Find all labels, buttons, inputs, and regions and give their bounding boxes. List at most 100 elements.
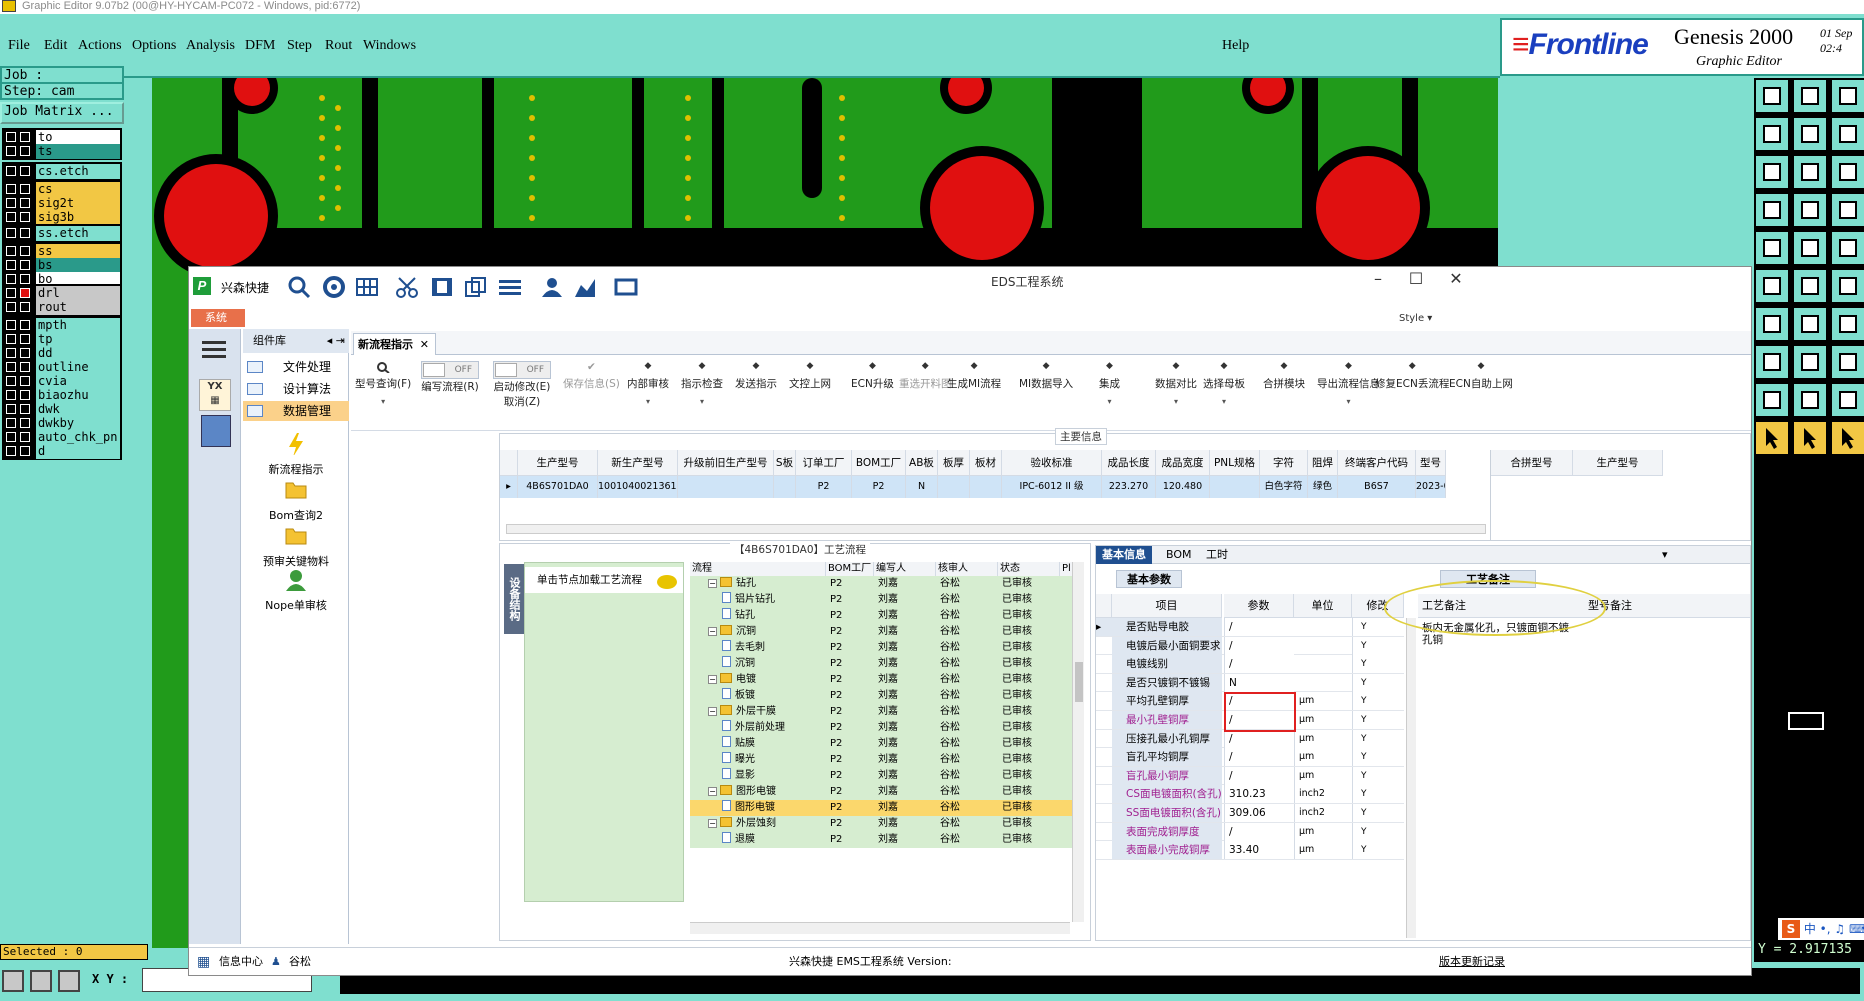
layer-row[interactable]: dwk xyxy=(2,402,120,417)
main-cell[interactable] xyxy=(774,476,796,498)
main-cell[interactable]: P2 xyxy=(796,476,852,498)
menu-help[interactable]: Help xyxy=(1222,38,1249,54)
param-row[interactable]: 电镀后最小面铜要求 / Y xyxy=(1096,636,1404,656)
info-center[interactable]: 信息中心 xyxy=(219,948,263,976)
main-cell[interactable]: 白色字符 xyxy=(1260,476,1308,498)
minimize-button[interactable]: – xyxy=(1363,269,1393,288)
component-design-algorithm[interactable]: 设计算法 xyxy=(243,379,349,399)
hamburger-icon[interactable] xyxy=(202,341,226,359)
param-row[interactable]: 是否只镀铜不镀锡 N Y xyxy=(1096,673,1404,693)
layer-affect-checkbox[interactable] xyxy=(20,390,30,400)
param-modify[interactable]: Y xyxy=(1352,673,1404,692)
layer-checkbox[interactable] xyxy=(6,246,16,256)
layer-affect-checkbox[interactable] xyxy=(20,446,30,456)
menu-step[interactable]: Step xyxy=(287,38,312,54)
grid-icon[interactable] xyxy=(355,275,381,299)
layer-row[interactable]: dd xyxy=(2,346,120,361)
param-modify[interactable]: Y xyxy=(1352,766,1404,785)
main-cell[interactable] xyxy=(970,476,1002,498)
layer-checkbox[interactable] xyxy=(6,198,16,208)
layer-checkbox[interactable] xyxy=(6,320,16,330)
main-cell[interactable]: 120.480 xyxy=(1156,476,1210,498)
param-col-header[interactable]: 单位 xyxy=(1294,594,1352,618)
menu-actions[interactable]: Actions xyxy=(78,38,122,54)
ribbon-button[interactable]: ◆ 生成MI流程 xyxy=(947,361,1001,391)
main-col-header[interactable]: 成品宽度 xyxy=(1156,450,1210,476)
tree-row[interactable]: 图形电镀 P2 刘嘉 谷松 已审核 xyxy=(690,800,1076,816)
param-row[interactable]: 电镀线别 / Y xyxy=(1096,655,1404,674)
layer-checkbox[interactable] xyxy=(6,432,16,442)
layer-row[interactable]: d xyxy=(2,444,120,459)
layer-checkbox[interactable] xyxy=(6,418,16,428)
param-col-header[interactable]: 参数 xyxy=(1224,594,1294,618)
tool-pan-left-icon[interactable] xyxy=(1754,116,1790,152)
tree-row[interactable]: 退膜 P2 刘嘉 谷松 已审核 xyxy=(690,832,1076,848)
layer-affect-checkbox[interactable] xyxy=(20,376,30,386)
layer-row[interactable]: cs xyxy=(2,182,120,197)
param-row[interactable]: SS面电镀面积(含孔) 309.06 inch2 Y xyxy=(1096,804,1404,823)
param-row[interactable]: 盲孔最小铜厚 / μm Y xyxy=(1096,766,1404,786)
param-modify[interactable]: Y xyxy=(1352,729,1404,748)
ribbon-button[interactable]: ◆ 数据对比 ▾ xyxy=(1155,361,1197,406)
tree-toggle-icon[interactable]: − xyxy=(708,675,717,684)
tree-row[interactable]: − 图形电镀 P2 刘嘉 谷松 已审核 xyxy=(690,784,1076,800)
layer-row[interactable]: biaozhu xyxy=(2,388,120,403)
search-icon[interactable] xyxy=(287,275,313,299)
user-icon[interactable] xyxy=(539,275,565,299)
param-modify[interactable]: Y xyxy=(1352,841,1404,860)
component-file-processing[interactable]: 文件处理 xyxy=(243,357,349,377)
menu-rout[interactable]: Rout xyxy=(325,38,352,54)
main-cell[interactable] xyxy=(938,476,970,498)
ribbon-button[interactable]: ◆ ECN升级 xyxy=(851,361,894,391)
param-modify[interactable]: Y xyxy=(1352,692,1404,711)
menu-analysis[interactable]: Analysis xyxy=(186,38,235,54)
layer-affect-checkbox[interactable] xyxy=(20,288,30,298)
chart-icon[interactable] xyxy=(573,275,599,299)
ribbon-button[interactable]: ◆ 选择母板 ▾ xyxy=(1203,361,1245,406)
ribbon-button[interactable]: ◆ 发送指示 xyxy=(735,361,777,391)
layer-checkbox[interactable] xyxy=(6,334,16,344)
main-cell[interactable]: 4B6S701DA0 xyxy=(518,476,598,498)
layer-affect-checkbox[interactable] xyxy=(20,132,30,142)
main-col-header[interactable]: 验收标准 xyxy=(1002,450,1102,476)
menu-file[interactable]: File xyxy=(8,38,30,54)
ime-toolbar[interactable]: S 中 •, ♫ ⌨ xyxy=(1778,918,1864,940)
main-col-header[interactable]: 终端客户代码 xyxy=(1338,450,1416,476)
calculator-icon[interactable] xyxy=(201,415,231,447)
tool-fit-icon[interactable] xyxy=(1754,154,1790,190)
bom-query-item[interactable]: Bom查询2 xyxy=(243,479,349,523)
param-row[interactable]: CS面电镀面积(含孔) 310.23 inch2 Y xyxy=(1096,785,1404,804)
param-modify[interactable]: Y xyxy=(1352,822,1404,841)
ribbon-button[interactable]: ◆ MI数据导入 xyxy=(1019,361,1073,391)
bottom-tool-1-icon[interactable] xyxy=(2,970,24,992)
param-modify[interactable]: Y xyxy=(1352,804,1404,822)
layer-row[interactable]: sig3b xyxy=(2,210,120,225)
component-data-management[interactable]: 数据管理 xyxy=(243,401,349,421)
layer-checkbox[interactable] xyxy=(6,228,16,238)
main-col-header[interactable]: 字符 xyxy=(1260,450,1308,476)
tree-col-header[interactable]: BOM工厂 xyxy=(826,562,874,576)
layer-row[interactable]: cs.etch xyxy=(2,164,120,179)
param-row[interactable]: ▸ 是否贴导电胶 / Y xyxy=(1096,618,1404,637)
layer-affect-checkbox[interactable] xyxy=(20,184,30,194)
settings-icon[interactable] xyxy=(321,275,347,299)
layer-row[interactable]: mpth xyxy=(2,318,120,333)
layer-affect-checkbox[interactable] xyxy=(20,166,30,176)
start-modify-toggle[interactable]: OFF xyxy=(493,361,551,379)
tree-row[interactable]: 铝片钻孔 P2 刘嘉 谷松 已审核 xyxy=(690,592,1076,608)
tool-minus-icon[interactable] xyxy=(1792,344,1828,380)
new-process-instruction-item[interactable]: 新流程指示 xyxy=(243,433,349,477)
tool-diag-icon[interactable] xyxy=(1754,306,1790,342)
tool-pointer-box-icon[interactable] xyxy=(1792,420,1828,456)
tool-zoom-out-icon[interactable] xyxy=(1830,116,1864,152)
layer-checkbox[interactable] xyxy=(6,288,16,298)
main-cell[interactable] xyxy=(678,476,774,498)
param-value[interactable]: / xyxy=(1224,766,1294,785)
tab-bom[interactable]: BOM xyxy=(1160,546,1198,564)
tool-camera-icon[interactable] xyxy=(1754,230,1790,266)
param-value[interactable]: / xyxy=(1224,822,1294,841)
layer-affect-checkbox[interactable] xyxy=(20,146,30,156)
layer-affect-checkbox[interactable] xyxy=(20,362,30,372)
main-cell[interactable]: B6S7 xyxy=(1338,476,1416,498)
ribbon-button[interactable]: ◆ 集成 ▾ xyxy=(1099,361,1120,406)
